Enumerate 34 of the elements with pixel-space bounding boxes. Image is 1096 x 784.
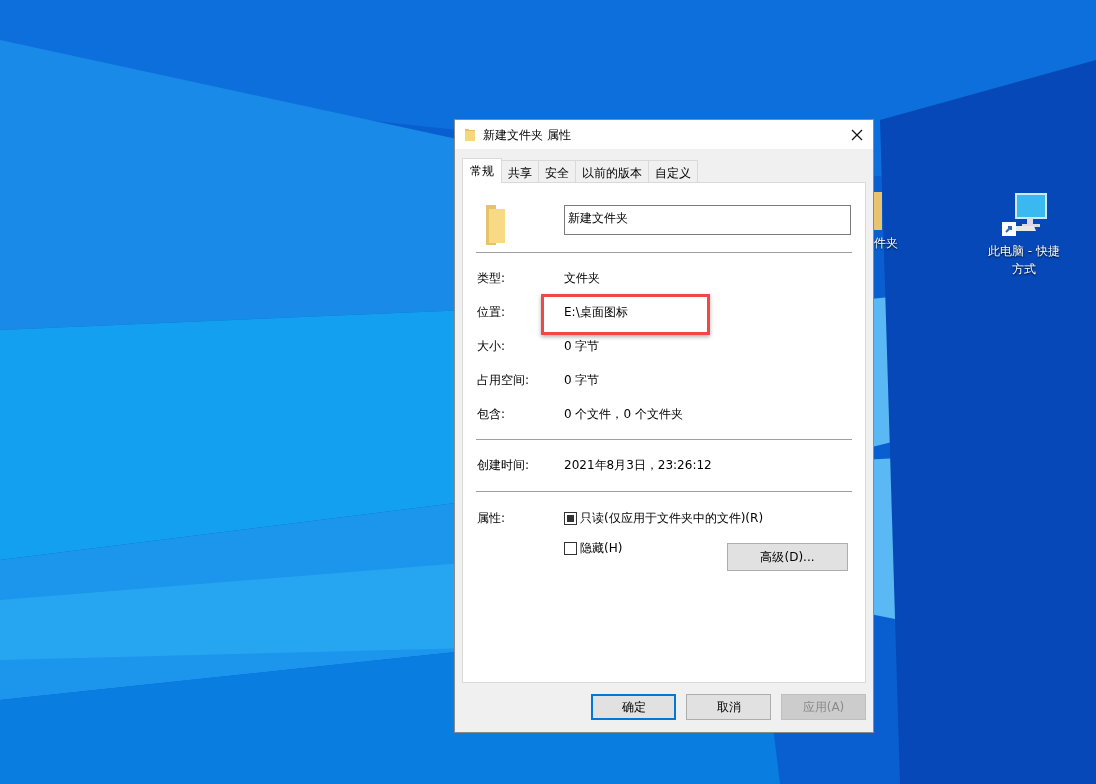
property-label: 占用空间: <box>477 372 531 389</box>
property-label: 类型: <box>477 270 507 287</box>
tab[interactable]: 以前的版本 <box>575 160 649 182</box>
close-icon[interactable] <box>851 128 863 141</box>
desktop-icon-label[interactable]: 此电脑 - 快捷方式 <box>984 242 1064 278</box>
checkbox-label[interactable]: 只读(仅应用于文件夹中的文件)(R) <box>580 509 764 527</box>
dialog-button[interactable]: 确定 <box>591 694 676 720</box>
property-label: 属性: <box>477 510 506 527</box>
name-field[interactable]: 新建文件夹 <box>564 205 851 235</box>
property-label: 包含: <box>477 406 507 423</box>
property-label: 位置: <box>477 304 507 321</box>
property-value: 文件夹 <box>564 270 600 287</box>
tab[interactable]: 共享 <box>501 160 539 182</box>
dialog-button[interactable]: 取消 <box>686 694 771 720</box>
property-value: E:\桌面图标 <box>564 304 628 321</box>
property-value: 0 个文件，0 个文件夹 <box>564 406 683 423</box>
property-label: 创建时间: <box>477 457 531 474</box>
property-value: 2021年8月3日，23:26:12 <box>564 457 712 474</box>
property-label: 大小: <box>477 338 507 355</box>
computer-icon[interactable] <box>1000 192 1048 238</box>
checkbox-label[interactable]: 隐藏(H) <box>580 539 623 557</box>
tab[interactable]: 常规 <box>462 158 502 183</box>
folder-icon <box>465 128 475 141</box>
checkbox[interactable] <box>564 511 577 525</box>
checkbox[interactable] <box>564 541 577 555</box>
property-value: 0 字节 <box>564 338 600 355</box>
advanced-button[interactable]: 高级(D)... <box>727 543 848 571</box>
tab[interactable]: 自定义 <box>648 160 698 182</box>
window-title: 新建文件夹 属性 <box>483 126 571 144</box>
tab[interactable]: 安全 <box>538 160 576 182</box>
folder-icon[interactable] <box>874 190 882 230</box>
folder-icon <box>484 205 506 245</box>
property-value: 0 字节 <box>564 372 600 389</box>
desktop-icon-label[interactable]: 件夹 <box>874 234 898 252</box>
